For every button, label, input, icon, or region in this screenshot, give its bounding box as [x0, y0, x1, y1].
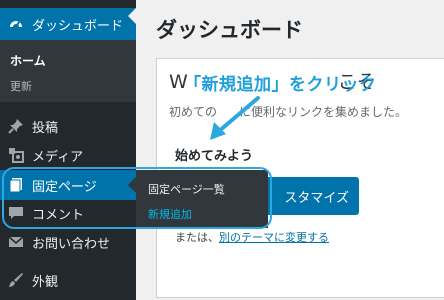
welcome-subtext: 初めての に便利なリンクを集めました。 — [169, 105, 408, 119]
paintbrush-icon — [8, 272, 24, 288]
highlight-frame — [2, 167, 272, 229]
sidebar-item-contact[interactable]: お問い合わせ — [0, 227, 136, 257]
envelope-icon — [8, 234, 24, 250]
dashboard-submenu: ホーム 更新 — [0, 40, 136, 102]
sidebar-item-posts[interactable]: 投稿 — [0, 111, 136, 141]
sidebar-item-label: お問い合わせ — [32, 236, 111, 252]
sidebar-item-label: 外観 — [32, 274, 59, 290]
sidebar-item-media[interactable]: メディア — [0, 140, 136, 170]
instruction-callout: 「新規追加」をクリック — [184, 75, 377, 95]
submenu-item-updates[interactable]: 更新 — [10, 78, 32, 94]
customize-button[interactable]: スタマイズ — [257, 177, 359, 215]
page-title: ダッシュボード — [156, 18, 303, 42]
sidebar-item-label: ダッシュボード — [32, 18, 124, 34]
sidebar-item-label: 投稿 — [32, 120, 59, 136]
media-icon — [8, 147, 24, 163]
dashboard-gauge-icon — [8, 16, 24, 32]
sidebar-item-appearance[interactable]: 外観 — [0, 265, 136, 295]
sidebar-item-dashboard[interactable]: ダッシュボード — [0, 8, 136, 40]
pushpin-icon — [8, 118, 24, 134]
get-started-heading: 始めてみよう — [175, 149, 254, 164]
admin-sidebar: ダッシュボード ホーム 更新 投稿 メディア 固定ページ コメント お問い合わせ… — [0, 0, 136, 300]
current-menu-arrow — [128, 8, 136, 24]
sidebar-item-label: メディア — [32, 149, 84, 165]
main-content: ダッシュボード W こそ 初めての に便利なリンクを集めました。 始めてみよう スタ… — [136, 0, 444, 300]
change-theme-text: または、別のテーマに変更する — [175, 231, 329, 244]
submenu-item-home[interactable]: ホーム — [10, 52, 46, 69]
change-theme-link[interactable]: 別のテーマに変更する — [219, 231, 329, 244]
